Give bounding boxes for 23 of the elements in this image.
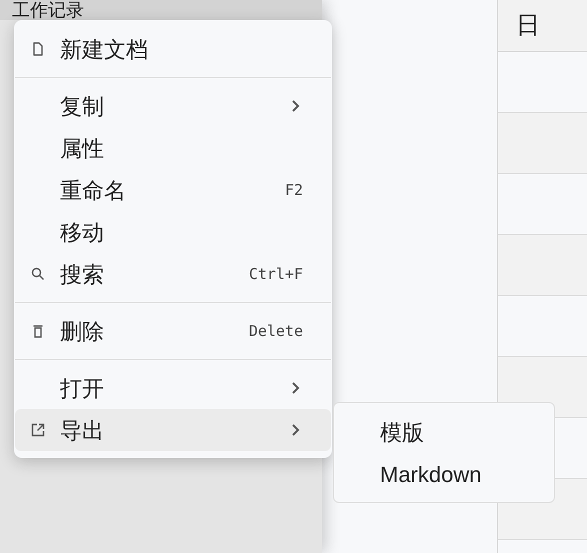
- calendar-cell[interactable]: [498, 235, 587, 296]
- menu-item[interactable]: 删除 Delete: [15, 310, 331, 352]
- menu-item[interactable]: 打开: [15, 367, 331, 409]
- chevron-right-icon: [291, 381, 301, 395]
- menu-item[interactable]: 移动: [15, 211, 331, 253]
- submenu-item[interactable]: Markdown: [334, 453, 554, 495]
- chevron-right-icon: [291, 423, 301, 437]
- menu-item[interactable]: 重命名 F2: [15, 169, 331, 211]
- shortcut-label: Ctrl+F: [248, 264, 303, 285]
- day-header: 日: [498, 0, 587, 52]
- submenu-item[interactable]: 模版: [334, 411, 554, 453]
- menu-item[interactable]: 导出: [15, 409, 331, 451]
- sidebar-item[interactable]: 工作记录: [0, 0, 322, 20]
- external-link-icon: [30, 422, 46, 438]
- menu-item[interactable]: 属性: [15, 127, 331, 169]
- search-icon: [30, 266, 46, 282]
- shortcut-label: F2: [284, 180, 303, 201]
- menu-item[interactable]: 新建文档: [15, 28, 331, 70]
- shortcut-label: Delete: [248, 320, 303, 342]
- menu-item[interactable]: 搜索 Ctrl+F: [15, 253, 331, 295]
- calendar-cell[interactable]: [498, 113, 587, 174]
- menu-item[interactable]: 复制: [15, 85, 331, 127]
- chevron-right-icon: [291, 99, 301, 113]
